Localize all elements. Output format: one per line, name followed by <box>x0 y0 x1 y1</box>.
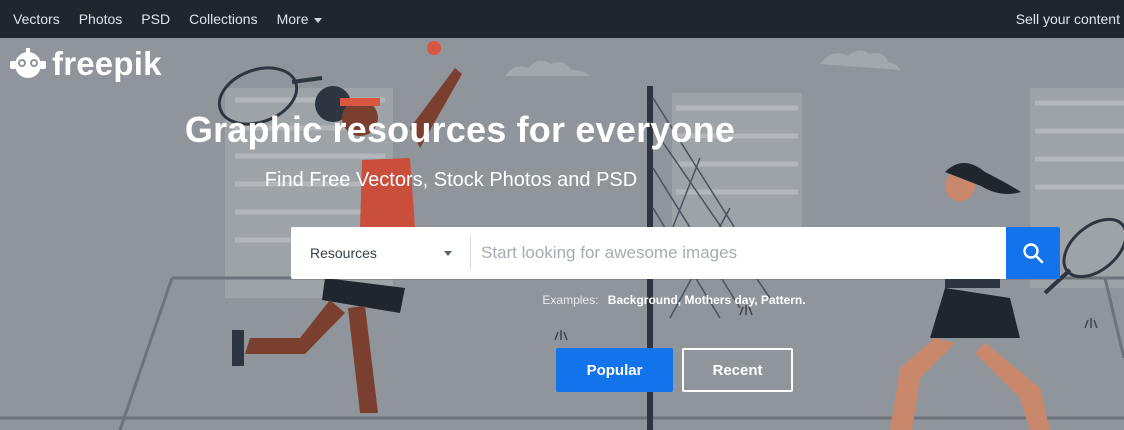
popular-button[interactable]: Popular <box>556 348 673 392</box>
hero-section: freepik Graphic resources for everyone F… <box>0 38 1124 430</box>
freepik-logo[interactable]: freepik <box>8 46 162 80</box>
top-navigation: Vectors Photos PSD Collections More Sell… <box>0 0 1124 38</box>
nav-collections[interactable]: Collections <box>189 11 257 27</box>
chevron-down-icon <box>314 17 323 23</box>
freepik-logo-icon <box>10 48 46 78</box>
search-icon <box>1023 243 1044 264</box>
examples-prefix: Examples: <box>542 293 599 307</box>
search-bar: Resources <box>291 227 1060 279</box>
nav-photos[interactable]: Photos <box>79 11 123 27</box>
examples-list[interactable]: Background, Mothers day, Pattern. <box>608 293 806 307</box>
search-input[interactable] <box>471 227 1006 279</box>
resource-type-label: Resources <box>310 245 377 261</box>
headline-text: Graphic resources for everyone <box>184 109 736 150</box>
page-subtitle: Find Free Vectors, Stock Photos and PSD <box>0 169 1124 192</box>
recent-button[interactable]: Recent <box>682 348 793 392</box>
nav-more[interactable]: More <box>277 11 323 27</box>
nav-more-label: More <box>276 11 309 27</box>
resource-type-dropdown[interactable]: Resources <box>291 227 470 279</box>
subheadline-text: Find Free Vectors, Stock Photos and PSD <box>264 169 638 191</box>
page-title: Graphic resources for everyone <box>0 109 1124 151</box>
logo-text: freepik <box>52 44 162 82</box>
nav-psd[interactable]: PSD <box>141 11 170 27</box>
sell-content-link[interactable]: Sell your content <box>1016 0 1120 38</box>
search-button[interactable] <box>1006 227 1060 279</box>
nav-vectors[interactable]: Vectors <box>13 11 60 27</box>
chevron-down-icon <box>444 250 452 256</box>
search-examples: Examples: Background, Mothers day, Patte… <box>0 293 1124 307</box>
